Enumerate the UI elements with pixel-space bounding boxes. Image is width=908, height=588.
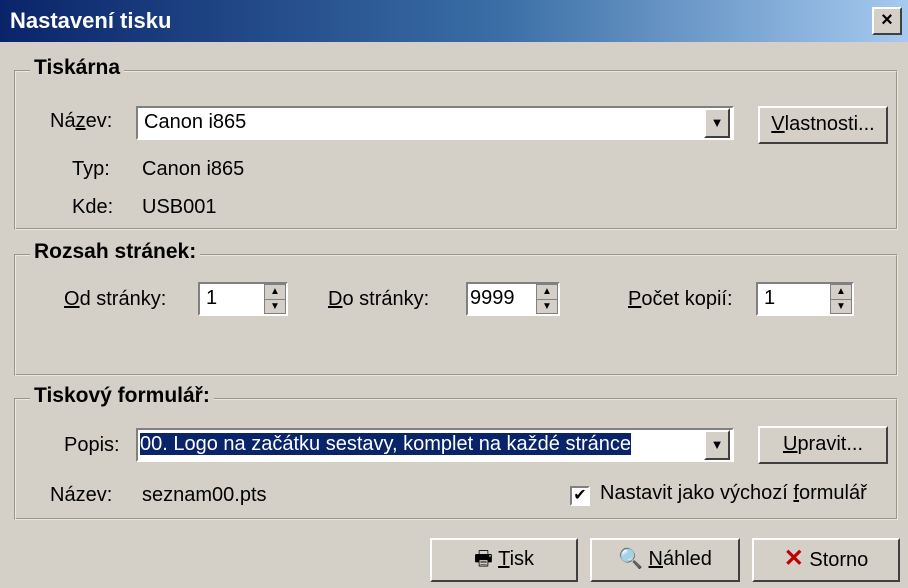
from-page-label: Od stránky: bbox=[64, 288, 167, 310]
printer-icon: 🖶 bbox=[473, 548, 493, 570]
printer-legend: Tiskárna bbox=[30, 56, 124, 80]
printer-name-label: Název: bbox=[50, 110, 113, 132]
to-page-value: 9999 bbox=[470, 287, 515, 309]
title-bar: Nastavení tisku × bbox=[0, 0, 908, 42]
default-form-checkbox[interactable]: ✔ bbox=[570, 486, 590, 506]
form-desc-combo[interactable]: 00. Logo na začátku sestavy, komplet na … bbox=[136, 428, 734, 462]
spin-down-icon[interactable]: ▼ bbox=[831, 300, 851, 314]
copies-spinner[interactable]: ▲ ▼ bbox=[830, 284, 852, 314]
close-button[interactable]: × bbox=[872, 7, 902, 35]
copies-label: Počet kopií: bbox=[628, 288, 733, 310]
properties-button[interactable]: Vlastnosti... bbox=[758, 106, 888, 144]
form-desc-label: Popis: bbox=[64, 434, 120, 456]
cancel-button[interactable]: ✕ Storno bbox=[752, 538, 900, 582]
preview-button[interactable]: 🔍 Náhled bbox=[590, 538, 740, 582]
spin-up-icon[interactable]: ▲ bbox=[537, 285, 557, 300]
spin-up-icon[interactable]: ▲ bbox=[265, 285, 285, 300]
cross-icon: ✕ bbox=[783, 545, 804, 572]
form-name-label: Název: bbox=[50, 484, 113, 506]
from-page-spinner[interactable]: ▲ ▼ bbox=[264, 284, 286, 314]
spin-down-icon[interactable]: ▼ bbox=[537, 300, 557, 314]
printer-name-combo[interactable]: Canon i865 bbox=[136, 106, 734, 140]
printer-type-label: Typ: bbox=[72, 158, 110, 180]
to-page-label: Do stránky: bbox=[328, 288, 430, 310]
printer-name-value: Canon i865 bbox=[144, 111, 247, 133]
form-name-value: seznam00.pts bbox=[142, 484, 267, 506]
edit-form-button[interactable]: Upravit... bbox=[758, 426, 888, 464]
print-settings-dialog: Nastavení tisku × Tiskárna Název: Canon … bbox=[0, 0, 908, 588]
from-page-value: 1 bbox=[206, 287, 218, 309]
spin-up-icon[interactable]: ▲ bbox=[831, 285, 851, 300]
form-dropdown-arrow[interactable]: ▼ bbox=[704, 430, 730, 460]
print-button[interactable]: 🖶 Tisk bbox=[430, 538, 578, 582]
form-desc-value: 00. Logo na začátku sestavy, komplet na … bbox=[140, 433, 632, 455]
printer-type-value: Canon i865 bbox=[142, 158, 245, 180]
spin-down-icon[interactable]: ▼ bbox=[265, 300, 285, 314]
cancel-label: Storno bbox=[809, 549, 869, 571]
copies-value: 1 bbox=[764, 287, 776, 309]
print-form-legend: Tiskový formulář: bbox=[30, 384, 214, 408]
printer-dropdown-arrow[interactable]: ▼ bbox=[704, 108, 730, 138]
printer-where-value: USB001 bbox=[142, 196, 217, 218]
window-title: Nastavení tisku bbox=[10, 8, 172, 33]
printer-where-label: Kde: bbox=[72, 196, 114, 218]
magnifier-icon: 🔍 bbox=[618, 548, 643, 570]
page-range-legend: Rozsah stránek: bbox=[30, 240, 201, 264]
default-form-label[interactable]: Nastavit jako výchozí formulář bbox=[600, 482, 867, 505]
to-page-spinner[interactable]: ▲ ▼ bbox=[536, 284, 558, 314]
